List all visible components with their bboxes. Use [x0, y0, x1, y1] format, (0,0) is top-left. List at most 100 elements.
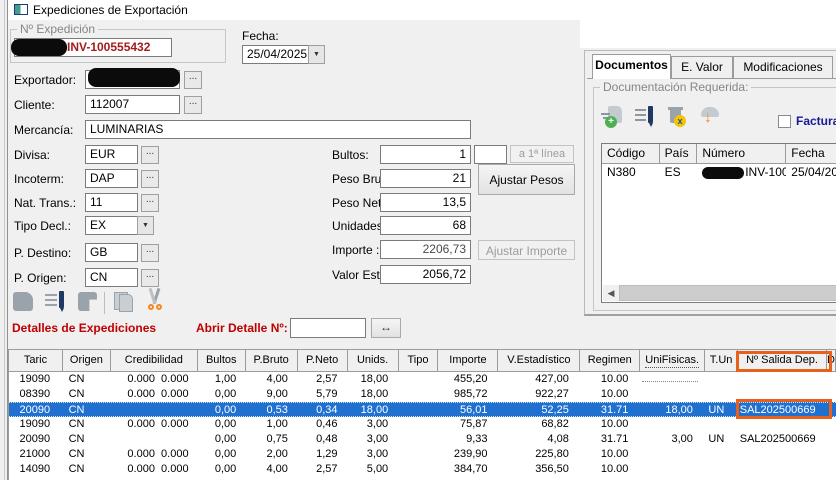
peso-bruto-input[interactable]: 21 — [380, 169, 471, 188]
table-cell: 20090 — [9, 432, 63, 447]
ajustar-importe-button[interactable]: Ajustar Importe — [478, 240, 575, 260]
table-cell: 4,08 — [496, 432, 577, 447]
copy-detail-icon[interactable] — [112, 290, 138, 316]
cliente-input[interactable]: 112007 — [85, 95, 180, 114]
incoterm-browse-button[interactable]: ... — [141, 170, 159, 188]
primera-linea-button[interactable]: a 1ª línea — [510, 145, 574, 163]
redaction — [11, 39, 67, 56]
download-document-icon[interactable]: ↓ — [699, 105, 725, 131]
doc-column-header-n-mero[interactable]: Número — [697, 144, 786, 163]
fecha-dropdown-button[interactable]: ▼ — [308, 45, 325, 64]
table-cell: 08390 — [9, 387, 63, 402]
column-header-origen[interactable]: Origen — [63, 350, 111, 371]
doc-column-header-pa-s[interactable]: País — [660, 144, 698, 163]
tab-documentos[interactable]: Documentos — [592, 54, 671, 79]
column-header-taric[interactable]: Taric — [9, 350, 63, 371]
tipo-decl-dropdown-button[interactable]: ▼ — [137, 216, 154, 235]
table-cell: 31.71 — [577, 403, 637, 416]
column-header-unifisicas-[interactable]: UniFisicas. — [640, 350, 705, 371]
table-cell: 2,57 — [296, 372, 346, 387]
table-row[interactable]: 21000CN0.000 0.0000,002,001,293,00239,90… — [9, 447, 836, 462]
incoterm-input[interactable]: DAP — [85, 169, 138, 188]
column-header-p-bruto[interactable]: P.Bruto — [246, 350, 298, 371]
abrir-detalle-input[interactable] — [290, 318, 366, 338]
window-icon — [14, 4, 28, 15]
table-cell: 14090 — [9, 462, 63, 477]
delete-detail-icon[interactable] — [76, 290, 102, 316]
column-header-bultos[interactable]: Bultos — [198, 350, 246, 371]
documents-horizontal-scrollbar[interactable]: ◀ — [603, 285, 836, 301]
toolbar-separator — [104, 292, 105, 314]
divisa-browse-button[interactable]: ... — [141, 146, 159, 164]
table-row[interactable]: 20090CN0,000,750,483,009,334,0831.713,00… — [9, 432, 836, 447]
column-header-regimen[interactable]: Regimen — [580, 350, 640, 371]
background-window-edge — [0, 0, 8, 480]
p-origen-input[interactable]: CN — [85, 268, 138, 287]
importe-label: Importe : — [332, 243, 379, 257]
table-row[interactable]: 19090CN0.000 0.0001,004,002,5718,00455,2… — [9, 372, 836, 387]
table-cell — [701, 372, 734, 387]
table-cell — [822, 447, 836, 462]
doc-column-header-fecha[interactable]: Fecha — [786, 144, 836, 163]
table-cell: 922,27 — [496, 387, 577, 402]
table-row[interactable]: 19090CN0.000 0.0000,001,000,463,0075,876… — [9, 417, 836, 432]
table-cell: 0.000 0.000 — [110, 462, 196, 477]
add-document-icon[interactable]: + — [601, 105, 627, 131]
p-destino-input[interactable]: GB — [85, 243, 138, 262]
nat-trans-browse-button[interactable]: ... — [141, 194, 159, 212]
p-origen-browse-button[interactable]: ... — [141, 269, 159, 287]
nat-trans-input[interactable]: 11 — [85, 193, 138, 212]
new-detail-icon[interactable] — [12, 290, 38, 316]
bultos-extra-input[interactable] — [474, 145, 507, 164]
divisa-label: Divisa: — [14, 148, 50, 162]
document-row[interactable]: N380ESINV-10055543225/04/2025 — [602, 164, 836, 181]
p-destino-browse-button[interactable]: ... — [141, 244, 159, 262]
delete-document-icon[interactable]: x — [665, 105, 691, 131]
scrollbar-thumb[interactable] — [619, 285, 836, 301]
table-cell: 68,82 — [496, 417, 577, 432]
factura-checkbox[interactable] — [778, 115, 791, 128]
table-row[interactable]: 20090CN0,000,530,3418,0056,0152,2531.711… — [9, 402, 836, 417]
abrir-detalle-go-button[interactable]: ↔ — [371, 318, 401, 338]
edit-detail-icon[interactable] — [44, 290, 70, 316]
peso-neto-input[interactable]: 13,5 — [380, 193, 471, 212]
table-cell: 5,00 — [346, 462, 397, 477]
table-cell: 56,01 — [436, 403, 496, 416]
documents-table: CódigoPaísNúmeroFecha N380ESINV-10055543… — [601, 143, 836, 303]
table-cell: 5,79 — [296, 387, 346, 402]
cut-detail-icon[interactable] — [146, 288, 172, 314]
table-cell — [822, 417, 836, 432]
exportador-browse-button[interactable]: ... — [184, 71, 202, 89]
edit-document-icon[interactable] — [633, 105, 659, 131]
table-cell — [110, 403, 196, 416]
column-header-importe[interactable]: Importe — [438, 350, 498, 371]
table-cell: 1,00 — [197, 372, 245, 387]
table-cell: 10.00 — [577, 447, 637, 462]
table-row[interactable]: 08390CN0.000 0.0000,009,005,7918,00985,7… — [9, 387, 836, 402]
tab-modificaciones[interactable]: Modificaciones — [733, 56, 833, 78]
column-header-p-neto[interactable]: P.Neto — [298, 350, 348, 371]
column-header-t-un[interactable]: T.Un — [705, 350, 738, 371]
valor-est-input[interactable]: 2056,72 — [380, 265, 471, 284]
tab-e-valor[interactable]: E. Valor — [671, 56, 733, 78]
fecha-label: Fecha: — [242, 29, 279, 43]
tipo-decl-input[interactable]: EX — [85, 216, 138, 235]
table-cell: CN — [63, 432, 111, 447]
column-header-v-estad-stico[interactable]: V.Estadístico — [498, 350, 580, 371]
mercancia-input[interactable]: LUMINARIAS — [85, 120, 471, 139]
table-cell — [734, 447, 822, 462]
doc-column-header-c-digo[interactable]: Código — [602, 144, 660, 163]
ajustar-pesos-button[interactable]: Ajustar Pesos — [478, 164, 575, 195]
unidades-input[interactable]: 68 — [380, 216, 471, 235]
cliente-browse-button[interactable]: ... — [184, 96, 202, 114]
column-header-tipo[interactable]: Tipo — [399, 350, 439, 371]
importe-input[interactable]: 2206,73 — [380, 240, 471, 259]
scroll-left-icon[interactable]: ◀ — [603, 285, 619, 301]
bultos-input[interactable]: 1 — [380, 145, 471, 164]
divisa-input[interactable]: EUR — [85, 145, 138, 164]
table-row[interactable]: 14090CN0.000 0.0000,004,002,575,00384,70… — [9, 462, 836, 477]
window-title: Expediciones de Exportación — [33, 3, 188, 17]
column-header-unids-[interactable]: Unids. — [348, 350, 399, 371]
table-cell: 18,00 — [346, 372, 397, 387]
column-header-credibilidad[interactable]: Credibilidad — [111, 350, 198, 371]
